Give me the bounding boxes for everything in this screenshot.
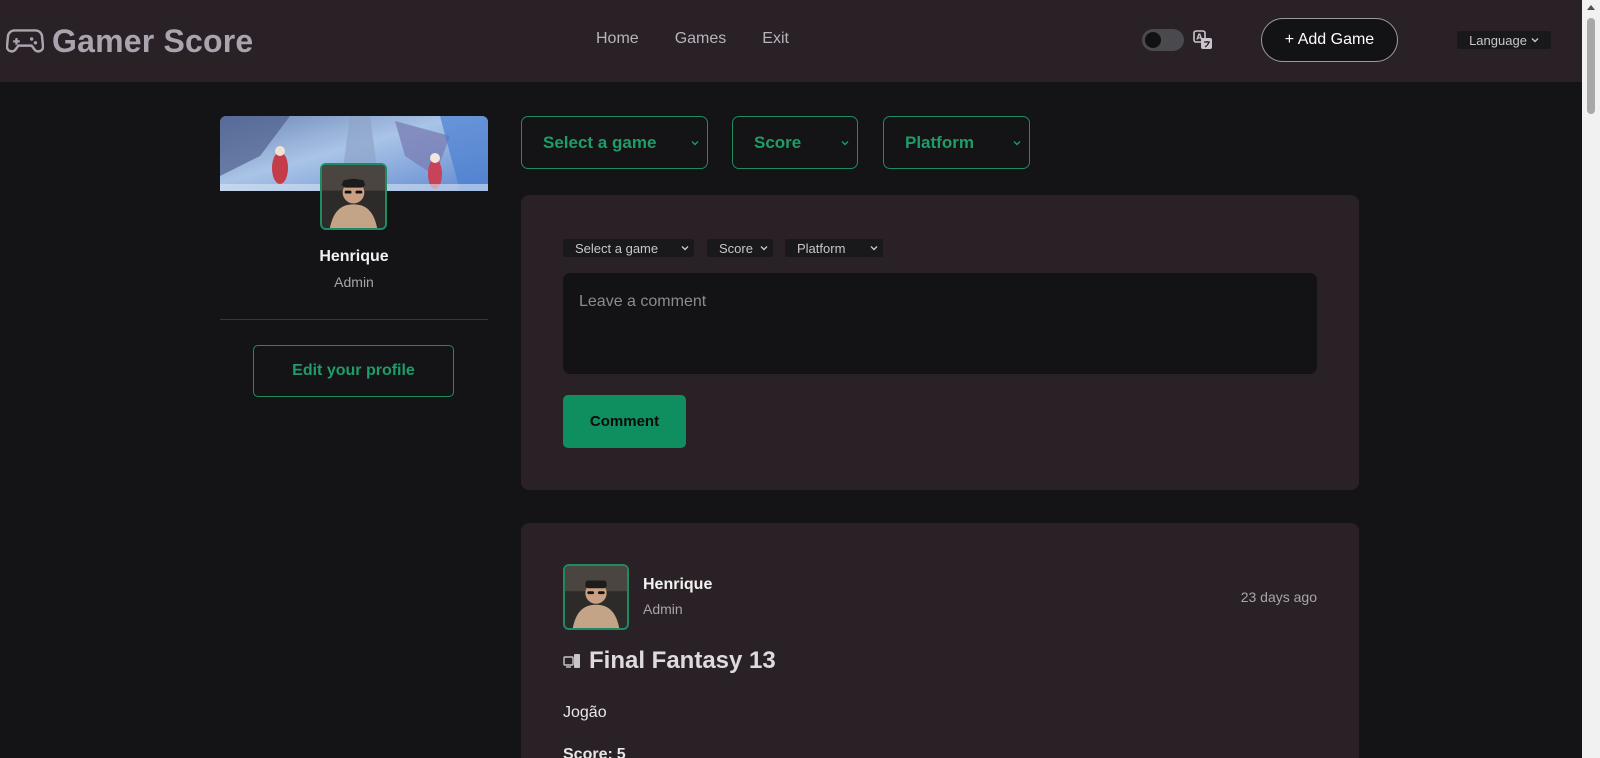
filter-platform-select[interactable]: Platform [883,116,1030,169]
post-score: Score: 5 [563,746,626,758]
chevron-down-icon [841,141,849,146]
filter-score-label: Score [754,132,802,152]
comment-submit-button[interactable]: Comment [563,395,686,448]
brand[interactable]: Gamer Score [5,20,254,63]
post-card [521,523,1359,758]
theme-toggle[interactable] [1142,29,1184,51]
app-title: Gamer Score [52,23,254,59]
chevron-down-icon [691,141,699,146]
add-game-button[interactable]: + Add Game [1261,18,1398,62]
gamepad-icon [5,20,45,63]
composer-platform-select[interactable]: Platform [785,239,883,257]
profile-divider [220,319,488,320]
composer-game-select[interactable]: Select a game [563,239,694,257]
nav-games[interactable]: Games [675,30,727,48]
language-select[interactable]: Language [1457,31,1551,49]
device-icon [563,654,580,668]
filter-platform-label: Platform [905,132,974,152]
post-author-avatar[interactable] [563,564,629,630]
filter-game-select[interactable]: Select a game [521,116,708,169]
edit-profile-button[interactable]: Edit your profile [253,345,454,397]
post-game-title: Final Fantasy 13 [563,647,776,675]
translate-icon[interactable]: A [1193,30,1213,50]
nav-exit[interactable]: Exit [762,30,789,48]
toggle-knob [1145,32,1161,48]
chevron-down-icon [760,246,768,251]
chevron-down-icon [681,246,689,251]
scroll-up-icon[interactable] [1587,5,1595,10]
composer-score-select[interactable]: Score [707,239,773,257]
post-score-label: Score: [563,746,613,758]
top-bar: Gamer Score Home Games Exit A + Add Game… [0,0,1582,82]
scrollbar-thumb[interactable] [1587,18,1595,114]
post-author-name[interactable]: Henrique [643,576,712,594]
language-label: Language [1469,32,1527,48]
post-body: Jogão [563,704,607,721]
page-scrollbar[interactable] [1582,0,1600,758]
svg-text:A: A [1196,33,1203,42]
chevron-down-icon [870,246,878,251]
page: Gamer Score Home Games Exit A + Add Game… [0,0,1600,758]
filter-game-label: Select a game [543,132,657,152]
nav-home[interactable]: Home [596,30,639,48]
post-author-role: Admin [643,601,683,617]
composer-score-label: Score [719,240,753,256]
profile-name: Henrique [319,248,389,265]
profile-role: Admin [334,274,374,290]
post-timestamp: 23 days ago [1240,589,1317,605]
post-game-title-text: Final Fantasy 13 [589,647,776,674]
comment-input[interactable] [563,273,1317,374]
post-score-value: 5 [616,746,626,758]
profile-avatar[interactable] [320,163,387,230]
chevron-down-icon [1531,38,1539,43]
main-nav: Home Games Exit [596,30,789,48]
filter-score-select[interactable]: Score [732,116,858,169]
chevron-down-icon [1013,141,1021,146]
composer-game-label: Select a game [575,240,659,256]
composer-platform-label: Platform [797,240,846,256]
